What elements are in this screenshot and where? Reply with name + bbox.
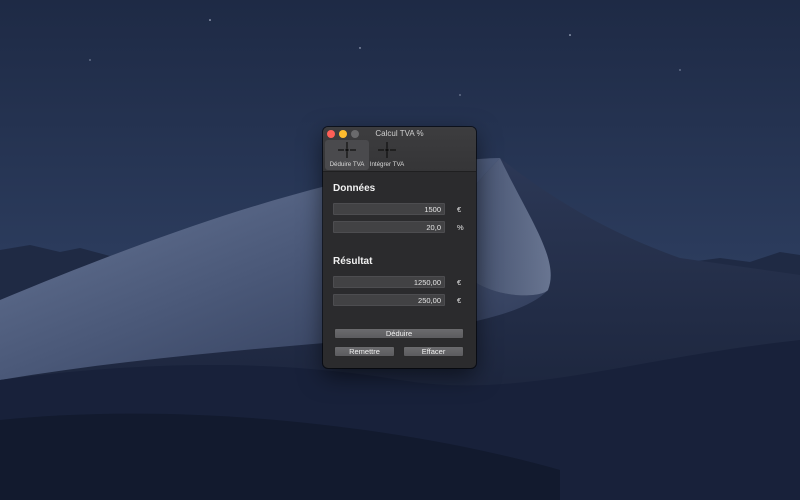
remettre-button[interactable]: Remettre <box>334 346 395 357</box>
title-bar[interactable]: Calcul TVA % Déduire TVA Intégrer TVA <box>323 127 476 172</box>
net-amount-unit: € <box>457 278 462 287</box>
donnees-heading: Données <box>333 183 376 194</box>
net-amount-field[interactable]: 1250,00 <box>333 276 445 288</box>
toolbar-deduire-tva[interactable]: Déduire TVA <box>325 140 369 170</box>
rate-input[interactable]: 20,0 <box>333 221 445 233</box>
effacer-button[interactable]: Effacer <box>403 346 464 357</box>
rate-unit: % <box>457 223 464 232</box>
tax-amount-field[interactable]: 250,00 <box>333 294 445 306</box>
tax-amount-unit: € <box>457 296 462 305</box>
app-window: Calcul TVA % Déduire TVA Intégrer TVA Do… <box>323 127 476 368</box>
resultat-heading: Résultat <box>333 256 373 267</box>
amount-unit: € <box>457 205 462 214</box>
toolbar-label-integrer: Intégrer TVA <box>369 161 405 168</box>
toolbar-integrer-tva[interactable]: Intégrer TVA <box>365 140 409 170</box>
crosshair-icon <box>338 142 356 158</box>
crosshair-icon <box>378 142 396 158</box>
toolbar-label-deduire: Déduire TVA <box>329 161 365 168</box>
window-title: Calcul TVA % <box>375 129 424 138</box>
deduire-button[interactable]: Déduire <box>334 328 464 339</box>
amount-input[interactable]: 1500 <box>333 203 445 215</box>
